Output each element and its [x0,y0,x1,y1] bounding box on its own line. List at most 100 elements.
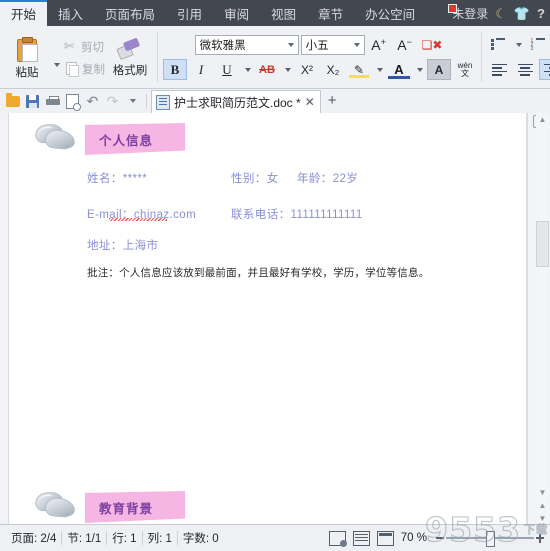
underline-button[interactable]: U [215,59,239,80]
status-page[interactable]: 页面: 2/4 [6,530,61,546]
print-preview-button[interactable] [63,92,82,111]
tab-label: 开始 [11,7,37,22]
pinyin-label: wén文 [457,60,473,78]
document-tab-title: 护士求职简历范文.doc * [174,95,301,110]
zoom-out-icon[interactable] [436,537,444,539]
font-size-combo[interactable]: 小五 [300,34,365,55]
wps-writer-window: 开始 插入 页面布局 引用 审阅 视图 章节 办公空间 未登录 ☾ 👕 ? 粘贴 [0,0,550,551]
tab-label: 视图 [271,7,297,22]
font-family-combo[interactable]: 微软雅黑 [194,34,299,55]
font-color-button[interactable]: A [387,59,411,80]
tab-start[interactable]: 开始 [0,0,48,26]
align-right-button[interactable] [539,59,550,80]
shrink-font-label: A [397,36,407,53]
previous-page-button[interactable]: ▲ [536,499,549,512]
underline-dropdown-caret-icon[interactable] [245,67,251,72]
document-page[interactable]: 个人信息 姓名：***** 性别：女 年龄：22岁 E-mail：chinaz.… [9,113,527,525]
grow-font-button[interactable]: A + [367,34,391,55]
bullets-button[interactable] [486,34,510,55]
paste-label: 粘贴 [15,66,39,79]
paragraph-row-2 [487,59,550,80]
quick-access-more-button[interactable] [123,92,142,111]
scissors-icon: ✄ [64,39,75,53]
bullets-dropdown-caret-icon[interactable] [516,42,522,47]
status-row[interactable]: 行: 1 [107,530,141,546]
save-button[interactable] [23,92,42,111]
tab-page-layout[interactable]: 页面布局 [94,0,166,26]
scroll-up-button[interactable]: ▲ [536,113,549,126]
moon-icon[interactable]: ☾ [495,7,507,20]
field-address: 地址：上海市 [87,240,159,252]
account-label: 未登录 [452,6,489,21]
clear-format-icon[interactable]: ❏✖ [419,34,446,55]
status-section[interactable]: 节: 1/1 [62,530,106,546]
tab-view[interactable]: 视图 [260,0,307,26]
tab-insert[interactable]: 插入 [47,0,94,26]
document-tab[interactable]: 护士求职简历范文.doc * ✕ [151,90,321,114]
account-status[interactable]: 未登录 [448,3,489,22]
close-icon[interactable]: ✕ [305,96,315,108]
align-left-button[interactable] [487,59,511,80]
align-center-button[interactable] [513,59,537,80]
superscript-button[interactable]: X² [295,59,319,80]
chevron-down-icon [287,42,294,47]
font-color-dropdown-caret-icon[interactable] [417,67,423,72]
paste-button[interactable]: 粘贴 [4,35,50,80]
help-glyph: ? [537,5,545,21]
char-shading-button[interactable]: A [427,59,451,80]
grow-font-label: A [371,36,381,53]
paste-dropdown-caret-icon[interactable] [54,63,60,67]
font-group: 微软雅黑 小五 A + A − ❏✖ B I U AB X² X₂ ✎ A A … [157,26,481,88]
spellcheck-underline [109,218,167,221]
print-layout-view-icon[interactable] [328,530,347,547]
help-icon[interactable]: ? [537,7,545,20]
highlight-dropdown-caret-icon[interactable] [377,67,383,72]
print-button[interactable] [43,92,62,111]
scrollbar-thumb[interactable] [536,221,549,267]
italic-button[interactable]: I [189,59,213,80]
format-painter-icon [116,37,143,61]
chevron-down-icon [353,42,360,47]
web-layout-view-icon[interactable] [376,530,394,546]
superscript-label: X² [301,62,313,77]
tab-review[interactable]: 审阅 [213,0,260,26]
outline-view-icon[interactable] [352,530,370,546]
status-column[interactable]: 列: 1 [143,530,177,546]
printer-icon [45,95,60,107]
shrink-font-button[interactable]: A − [393,34,417,55]
strikethrough-dropdown-caret-icon[interactable] [285,67,291,72]
clipboard-small-buttons: ✄ 剪切 复制 [62,38,107,77]
new-document-tab-button[interactable]: + [328,93,337,108]
cut-button[interactable]: ✄ 剪切 [64,38,105,55]
save-icon [26,94,39,108]
vertical-scrollbar[interactable]: ▲ ▼ ▲ ▼ [536,113,549,525]
open-button[interactable] [3,92,22,111]
field-name: 姓名：***** [87,173,148,185]
copy-icon [66,61,79,77]
zoom-slider[interactable] [436,531,544,547]
quick-access-bar: ↶ ↷ 护士求职简历范文.doc * ✕ + [0,89,550,114]
strikethrough-button[interactable]: AB [255,59,279,80]
pinyin-guide-button[interactable]: wén文 [453,59,477,80]
copy-button[interactable]: 复制 [64,60,105,77]
shoe-decoration-icon [33,120,77,152]
zoom-slider-thumb[interactable] [486,531,495,547]
subscript-button[interactable]: X₂ [321,59,345,80]
zoom-level-label: 70 % [400,532,427,544]
left-gutter [0,113,9,525]
redo-button[interactable]: ↷ [103,92,122,111]
undo-button[interactable]: ↶ [83,92,102,111]
undo-icon: ↶ [86,93,99,109]
tab-references[interactable]: 引用 [166,0,213,26]
scroll-down-button[interactable]: ▼ [536,486,549,499]
format-painter-button[interactable]: 格式刷 [107,37,153,78]
highlight-icon[interactable]: ✎ [347,59,371,80]
close-glyph: ✕ [304,95,315,109]
shirt-icon[interactable]: 👕 [514,7,530,20]
tab-chapter[interactable]: 章节 [307,0,354,26]
bold-button[interactable]: B [163,59,187,80]
numbering-button[interactable]: 123 [526,34,550,55]
tab-office-space[interactable]: 办公空间 [354,0,426,26]
cut-label: 剪切 [81,41,104,54]
status-word-count[interactable]: 字数: 0 [178,530,224,546]
